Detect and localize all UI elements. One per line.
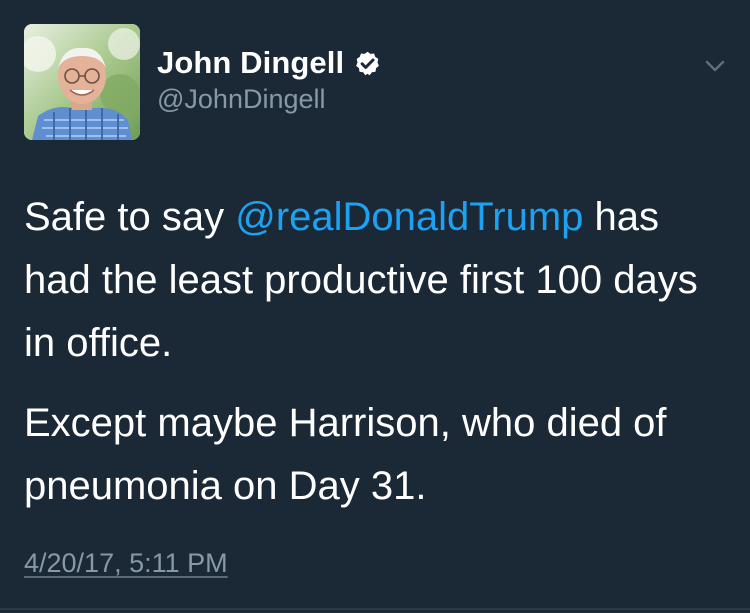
author-handle[interactable]: @JohnDingell	[157, 84, 381, 115]
avatar[interactable]	[24, 24, 140, 140]
tweet-text-lead: Safe to say	[24, 195, 236, 239]
tweet-text: Safe to say @realDonaldTrump has had the…	[24, 186, 734, 518]
avatar-photo	[24, 24, 140, 140]
mention-link[interactable]: @realDonaldTrump	[235, 195, 583, 239]
name-row: John Dingell	[157, 44, 381, 82]
divider	[0, 608, 750, 610]
tweet-paragraph-1: Safe to say @realDonaldTrump has had the…	[24, 186, 734, 375]
verified-badge-icon	[354, 50, 381, 77]
tweet-paragraph-2: Except maybe Harrison, who died of pneum…	[24, 401, 667, 508]
tweet-timestamp[interactable]: 4/20/17, 5:11 PM	[24, 548, 228, 579]
chevron-down-icon[interactable]	[700, 56, 730, 76]
author-display-name[interactable]: John Dingell	[157, 45, 344, 81]
author-block: John Dingell @JohnDingell	[157, 44, 381, 115]
tweet-card: John Dingell @JohnDingell Safe to say @r…	[0, 0, 750, 613]
